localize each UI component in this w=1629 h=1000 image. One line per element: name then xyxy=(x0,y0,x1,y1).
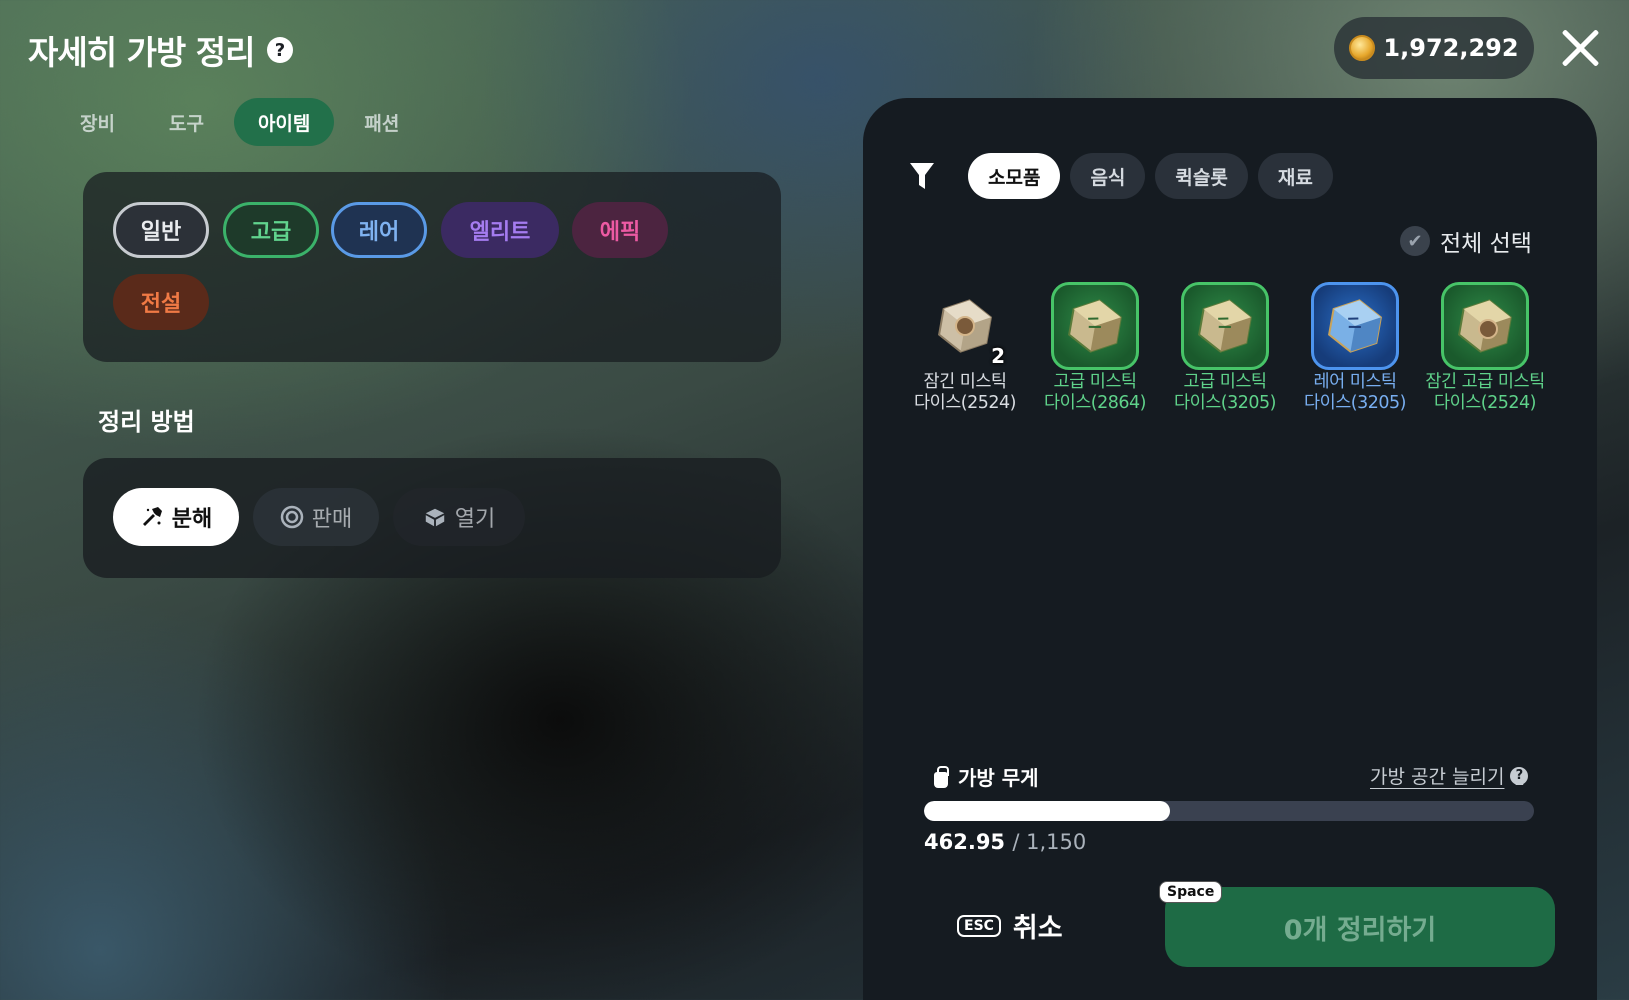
lock-icon xyxy=(955,316,975,336)
item-slot xyxy=(1051,282,1139,370)
grade-chip-epic[interactable]: 에픽 xyxy=(572,202,668,258)
box-icon xyxy=(423,505,447,529)
select-all-toggle[interactable]: ✔ 전체 선택 xyxy=(1400,224,1532,258)
space-key-badge: Space xyxy=(1159,881,1223,903)
item-name-line2: 다이스(2524) xyxy=(1434,393,1537,413)
item-name-line2: 다이스(3205) xyxy=(1174,393,1277,413)
select-all-label: 전체 선택 xyxy=(1440,231,1532,257)
tab-consumables[interactable]: 소모품 xyxy=(968,153,1061,199)
mystic-dice-icon xyxy=(1328,299,1382,353)
item-type-tabs: 소모품 음식 퀵슬롯 재료 xyxy=(968,153,1333,199)
item-card[interactable]: 고급 미스틱 다이스(2864) xyxy=(1040,282,1150,414)
gold-balance: 1,972,292 xyxy=(1334,17,1534,79)
open-button[interactable]: 열기 xyxy=(393,488,525,546)
help-icon: ? xyxy=(1510,766,1529,785)
grade-chip-normal[interactable]: 일반 xyxy=(113,202,209,258)
tab-food[interactable]: 음식 xyxy=(1070,153,1146,199)
grade-chip-legend[interactable]: 전설 xyxy=(113,274,209,330)
check-icon: ✔ xyxy=(1400,226,1430,256)
item-slot xyxy=(1181,282,1269,370)
bag-weight-fill xyxy=(924,801,1170,821)
tab-quickslot[interactable]: 퀵슬롯 xyxy=(1155,153,1248,199)
sell-label: 판매 xyxy=(311,507,353,532)
bag-weight-bar xyxy=(924,801,1534,821)
tab-equipment[interactable]: 장비 xyxy=(56,98,139,146)
sell-button[interactable]: 판매 xyxy=(253,488,379,546)
bag-weight-text: 가방 무게 xyxy=(958,766,1039,790)
cancel-label: 취소 xyxy=(1012,913,1063,944)
cancel-button[interactable]: ESC 취소 xyxy=(957,906,1063,945)
item-name: 고급 미스틱 다이스(2864) xyxy=(1044,372,1147,414)
esc-key-badge: ESC xyxy=(957,914,1001,937)
tab-items[interactable]: 아이템 xyxy=(233,98,335,146)
help-icon[interactable]: ? xyxy=(266,37,293,63)
item-name-line1: 잠긴 고급 미스틱 xyxy=(1425,372,1545,392)
item-card[interactable]: 고급 미스틱 다이스(3205) xyxy=(1170,282,1280,414)
close-icon[interactable] xyxy=(1560,28,1600,68)
method-panel: 분해 판매 열기 xyxy=(83,458,781,578)
open-label: 열기 xyxy=(454,507,496,532)
item-name-line1: 고급 미스틱 xyxy=(1183,372,1267,392)
lock-icon xyxy=(1478,319,1498,339)
dismantle-button[interactable]: 분해 xyxy=(113,488,239,546)
item-card[interactable]: 2 잠긴 미스틱 다이스(2524) xyxy=(910,282,1020,414)
grade-chip-advanced[interactable]: 고급 xyxy=(223,202,319,258)
coin-sell-icon xyxy=(280,505,304,529)
item-card[interactable]: 레어 미스틱 다이스(3205) xyxy=(1300,282,1410,414)
page-title: 자세히 가방 정리 ? xyxy=(28,26,293,74)
item-slot xyxy=(1311,282,1399,370)
item-name: 잠긴 미스틱 다이스(2524) xyxy=(914,372,1017,414)
tab-tools[interactable]: 도구 xyxy=(145,98,228,146)
expand-bag-link[interactable]: 가방 공간 늘리기 ? xyxy=(1370,762,1529,789)
weight-current: 462.95 xyxy=(924,830,1006,854)
hammer-icon xyxy=(140,505,164,529)
item-grid: 2 잠긴 미스틱 다이스(2524) 고급 미스틱 다이스(2864) 고급 미… xyxy=(910,282,1545,414)
mystic-dice-icon xyxy=(1068,299,1122,353)
item-name-line2: 다이스(2864) xyxy=(1044,393,1147,413)
item-name: 고급 미스틱 다이스(3205) xyxy=(1174,372,1277,414)
item-name: 잠긴 고급 미스틱 다이스(2524) xyxy=(1425,372,1545,414)
organize-button[interactable]: 0개 정리하기 xyxy=(1165,887,1555,967)
tab-materials[interactable]: 재료 xyxy=(1257,153,1333,199)
method-title: 정리 방법 xyxy=(98,408,195,436)
item-name-line2: 다이스(2524) xyxy=(914,393,1017,413)
grade-filter-panel: 일반 고급 레어 엘리트 에픽 전설 xyxy=(83,172,781,362)
expand-bag-text: 가방 공간 늘리기 xyxy=(1370,766,1505,788)
item-count: 2 xyxy=(991,344,1005,368)
bag-weight-label: 가방 무게 xyxy=(932,762,1039,791)
item-card[interactable]: 잠긴 고급 미스틱 다이스(2524) xyxy=(1425,282,1545,414)
page-title-text: 자세히 가방 정리 xyxy=(28,33,255,72)
item-slot xyxy=(1441,282,1529,370)
item-name: 레어 미스틱 다이스(3205) xyxy=(1304,372,1407,414)
item-name-line1: 잠긴 미스틱 xyxy=(923,372,1007,392)
bag-icon xyxy=(932,765,950,788)
weight-max: / 1,150 xyxy=(1012,830,1087,854)
mystic-dice-icon xyxy=(1198,299,1252,353)
filter-icon[interactable] xyxy=(908,160,936,192)
dismantle-label: 분해 xyxy=(171,507,213,532)
grade-chip-rare[interactable]: 레어 xyxy=(331,202,427,258)
item-name-line1: 레어 미스틱 xyxy=(1313,372,1397,392)
item-slot: 2 xyxy=(921,282,1009,370)
item-name-line2: 다이스(3205) xyxy=(1304,393,1407,413)
gold-amount: 1,972,292 xyxy=(1383,34,1519,62)
gold-coin-icon xyxy=(1349,35,1376,61)
category-tabs: 장비 도구 아이템 패션 xyxy=(56,98,423,146)
bag-weight-value: 462.95 / 1,150 xyxy=(924,830,1086,854)
tab-fashion[interactable]: 패션 xyxy=(340,98,423,146)
item-name-line1: 고급 미스틱 xyxy=(1053,372,1137,392)
grade-chip-elite[interactable]: 엘리트 xyxy=(441,202,559,258)
